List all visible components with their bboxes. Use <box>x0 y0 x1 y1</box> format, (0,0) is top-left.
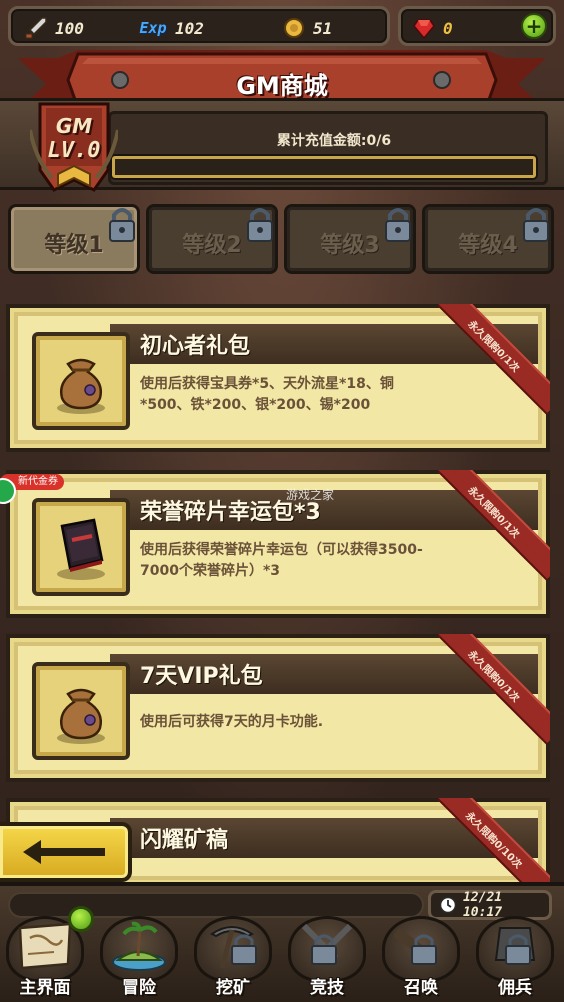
pickaxe-lock-icon <box>210 926 257 969</box>
mercenary-lock-icon <box>494 927 536 965</box>
nav-summon[interactable]: 召唤 <box>376 916 466 1002</box>
summon-lock-icon <box>393 927 437 965</box>
nav-label: 佣兵 <box>498 978 532 998</box>
item-description: 使用后可获得7天的月卡功能. <box>140 714 324 730</box>
nav-label: 召唤 <box>404 978 438 998</box>
nav-mercenary[interactable]: 佣兵 <box>470 916 560 1002</box>
gem-bar: 0 + <box>398 6 556 46</box>
coin-value: 51 <box>313 18 333 38</box>
attack-value: 100 <box>55 18 84 38</box>
tab-level-1[interactable]: 等级1 <box>8 204 140 274</box>
nav-label: 主界面 <box>19 978 71 998</box>
ribbon-text: 永久限购0/1次 <box>465 484 522 541</box>
item-icon-frame <box>32 498 130 596</box>
notification-dot <box>68 906 94 932</box>
purchase-limit-ribbon: 永久限购0/1次 <box>438 470 550 582</box>
attack-resource: 100 <box>23 15 84 41</box>
gem-resource: 0 <box>411 15 453 41</box>
shop-item-card[interactable]: 初心者礼包 使用后获得宝具券*5、天外流星*18、铜*500、铁*200、银*2… <box>6 304 550 452</box>
coin-bag-icon <box>57 688 105 744</box>
shop-item-card[interactable]: 荣誉碎片幸运包*3 使用后获得荣誉碎片幸运包（可以获得3500-7000个荣誉碎… <box>6 470 550 618</box>
ribbon-text: 永久限购0/1次 <box>465 318 522 375</box>
crossed-swords-lock-icon <box>301 923 353 965</box>
coin-icon <box>281 15 307 41</box>
item-description: 使用后获得宝具券*5、天外流星*18、铜*500、铁*200、银*200、锡*2… <box>140 376 394 413</box>
lock-icon <box>385 208 411 242</box>
nav-arena[interactable]: 竞技 <box>282 916 372 1002</box>
ruby-icon <box>411 15 437 41</box>
purchase-limit-ribbon: 永久限购0/1次 <box>438 634 550 746</box>
back-button[interactable] <box>0 822 132 882</box>
level-tabs: 等级1 等级2 等级3 等级4 <box>8 204 558 278</box>
coin-bag-icon <box>57 358 105 414</box>
badge-gm-text: GM <box>55 114 93 138</box>
purchase-limit-ribbon: 永久限购0/1次 <box>438 304 550 416</box>
exp-value: 102 <box>175 18 204 38</box>
item-title: 闪耀矿稿 <box>140 828 229 853</box>
nav-label: 冒险 <box>122 978 156 998</box>
nav-mining[interactable]: 挖矿 <box>188 916 278 1002</box>
tab-level-4[interactable]: 等级4 <box>422 204 554 274</box>
tab-level-3[interactable]: 等级3 <box>284 204 416 274</box>
page-title: GM商城 <box>236 72 328 100</box>
item-icon-frame <box>32 662 130 760</box>
coin-resource: 51 <box>281 15 332 41</box>
nav-adventure[interactable]: 冒险 <box>94 916 184 1002</box>
watermark-text: 游戏之家 <box>286 488 335 502</box>
item-icon-frame <box>32 332 130 430</box>
add-gems-button[interactable]: + <box>521 13 547 39</box>
nav-label: 挖矿 <box>216 978 250 998</box>
lock-icon <box>247 208 273 242</box>
item-title: 初心者礼包 <box>140 334 251 359</box>
arrow-left-icon <box>23 840 105 864</box>
vip-badge: GM LV.0 <box>30 100 118 196</box>
clock-icon <box>439 896 457 914</box>
island-icon <box>112 921 166 971</box>
map-scroll-icon <box>18 922 72 970</box>
recharge-progress-bar <box>112 156 536 178</box>
gem-value: 0 <box>443 18 453 38</box>
ribbon-text: 永久限购0/1次 <box>465 648 522 705</box>
resource-bar: 100 Exp 102 51 <box>8 6 390 46</box>
exp-icon: Exp <box>139 19 167 37</box>
item-description: 使用后获得荣誉碎片幸运包（可以获得3500-7000个荣誉碎片）*3 <box>140 542 423 579</box>
lock-icon <box>523 208 549 242</box>
tab-level-2[interactable]: 等级2 <box>146 204 278 274</box>
sword-icon <box>23 15 49 41</box>
vip-level: LV.0 <box>47 138 101 163</box>
red-book-icon <box>57 518 105 580</box>
lock-icon <box>109 208 135 242</box>
item-title: 7天VIP礼包 <box>140 664 263 689</box>
nav-label: 竞技 <box>310 978 344 998</box>
exp-resource: Exp 102 <box>137 15 204 41</box>
ribbon-text: 永久限购0/10次 <box>463 810 524 871</box>
shop-item-card[interactable]: 7天VIP礼包 使用后可获得7天的月卡功能. 永久限购0/1次 <box>6 634 550 782</box>
